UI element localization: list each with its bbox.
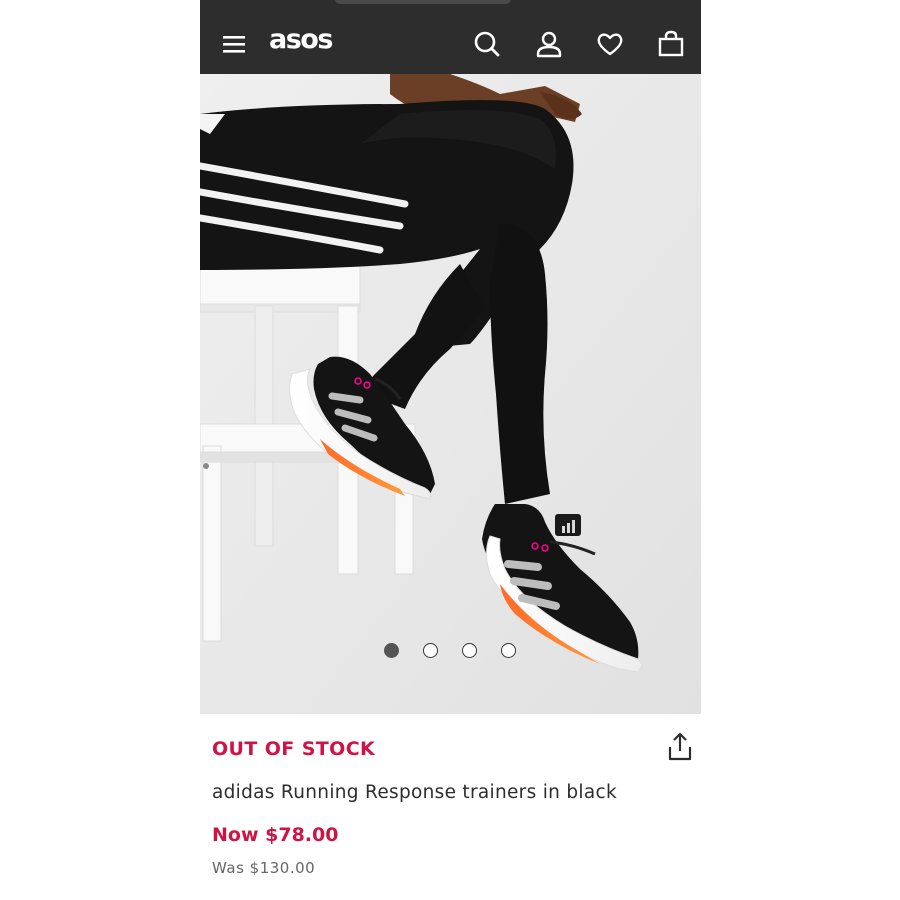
site-header: asos (200, 14, 701, 74)
product-photo (200, 74, 701, 714)
carousel-dot-1[interactable] (384, 643, 399, 658)
menu-icon[interactable] (218, 28, 250, 60)
carousel-dot-3[interactable] (462, 643, 477, 658)
bag-icon[interactable] (655, 28, 687, 60)
stock-status: OUT OF STOCK (212, 738, 376, 760)
asos-logo[interactable]: asos (269, 24, 333, 55)
search-icon[interactable] (471, 28, 503, 60)
carousel-dot-4[interactable] (501, 643, 516, 658)
wishlist-heart-icon[interactable] (594, 28, 626, 60)
current-price: Now $78.00 (212, 824, 339, 846)
carousel-dots (200, 643, 701, 659)
share-icon[interactable] (666, 732, 694, 762)
product-image-carousel[interactable] (200, 74, 701, 714)
url-bar[interactable] (335, 0, 511, 4)
product-page: asos OUT OF STOCK adidas Running Respons… (200, 0, 701, 900)
product-title: adidas Running Response trainers in blac… (212, 782, 617, 803)
account-icon[interactable] (533, 28, 565, 60)
original-price: Was $130.00 (212, 859, 316, 877)
carousel-dot-2[interactable] (423, 643, 438, 658)
product-info: OUT OF STOCK adidas Running Response tra… (200, 714, 701, 900)
browser-status-bar (200, 0, 701, 14)
